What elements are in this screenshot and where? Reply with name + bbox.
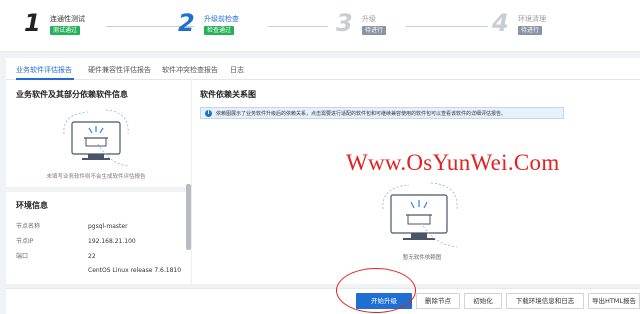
business-software-section: 业务软件及其部分依赖软件信息 未填写业务软件则不会生成软件评估报告 环境信息 节… <box>6 80 192 284</box>
env-key: 端口 <box>16 253 29 260</box>
env-row-node-name: 节点名称 pgsql-master <box>16 221 128 230</box>
step-upgrade: 3 升级 待进行 <box>336 9 488 42</box>
tab-business-software-report[interactable]: 业务软件评估报告 <box>16 65 72 75</box>
step-number: 1 <box>24 9 41 37</box>
env-value: CentOS Linux release 7.6.1810 <box>88 267 182 274</box>
step-title: 升级 <box>362 15 376 23</box>
step-title: 连通性测试 <box>50 15 85 23</box>
env-info-title: 环境信息 <box>16 201 48 210</box>
delete-node-button[interactable]: 删除节点 <box>416 293 460 309</box>
export-html-report-button[interactable]: 导出HTML报告 <box>588 293 640 309</box>
step-pre-upgrade-check: 2 升级前检查 检查通过 <box>178 9 328 42</box>
info-banner: i 依赖图展示了业务软件升级后的依赖关系，点击需要进行适配的软件包和可继续兼容使… <box>200 107 564 119</box>
step-environment-cleanup: 4 环境清理 待进行 <box>492 9 632 42</box>
report-tabs: 业务软件评估报告 硬件兼容性评估报告 软件冲突检查报告 日志 <box>6 58 640 80</box>
highlight-circle <box>336 268 416 313</box>
step-number: 3 <box>336 9 353 37</box>
info-icon: i <box>205 110 212 117</box>
info-text: 依赖图展示了业务软件升级后的依赖关系，点击需要进行适配的软件包和可继续兼容使用的… <box>216 111 507 117</box>
status-badge: 测试通过 <box>50 26 81 35</box>
step-connector <box>406 26 488 27</box>
env-row-port: 端口 22 <box>16 251 96 260</box>
tab-hardware-compatibility-report[interactable]: 硬件兼容性评估报告 <box>88 65 151 75</box>
empty-state-text: 暂无软件依赖图 <box>402 255 442 261</box>
env-row-os: CentOS Linux release 7.6.1810 <box>16 267 181 274</box>
section-title: 软件依赖关系图 <box>200 90 256 99</box>
empty-state-text: 未填写业务软件则不会生成软件评估报告 <box>46 174 146 180</box>
step-title: 环境清理 <box>518 15 546 23</box>
dependency-graph-section: 软件依赖关系图 i 依赖图展示了业务软件升级后的依赖关系，点击需要进行适配的软件… <box>192 80 640 284</box>
left-scrollbar[interactable] <box>186 184 191 250</box>
tab-software-conflict-report[interactable]: 软件冲突检查报告 <box>162 65 218 75</box>
env-key: 节点名称 <box>16 223 41 230</box>
section-title: 业务软件及其部分依赖软件信息 <box>16 90 128 99</box>
step-number: 2 <box>178 9 195 37</box>
empty-monitor-icon <box>382 182 458 248</box>
status-badge: 检查通过 <box>204 26 235 35</box>
env-row-node-ip: 节点IP 192.168.21.100 <box>16 236 136 245</box>
env-key: 节点IP <box>16 238 34 245</box>
section-divider <box>6 187 186 192</box>
watermark-text: Www.OsYunWei.Com <box>346 150 560 175</box>
env-value: 22 <box>88 253 96 260</box>
step-title: 升级前检查 <box>204 15 239 23</box>
step-number: 4 <box>492 9 509 37</box>
status-badge: 待进行 <box>518 26 543 35</box>
download-env-logs-button[interactable]: 下载环境信息和日志 <box>506 293 584 309</box>
status-badge: 待进行 <box>362 26 387 35</box>
initialize-button[interactable]: 初始化 <box>464 293 502 309</box>
step-connector <box>268 26 328 27</box>
upgrade-stepper: 1 连通性测试 测试通过 2 升级前检查 检查通过 3 升级 待进行 4 环境清… <box>0 0 640 52</box>
tab-logs[interactable]: 日志 <box>230 65 244 75</box>
action-footer: 开始升级 删除节点 初始化 下载环境信息和日志 导出HTML报告 <box>6 288 640 314</box>
env-value: pgsql-master <box>88 223 128 230</box>
env-value: 192.168.21.100 <box>88 238 136 245</box>
step-connectivity-test: 1 连通性测试 测试通过 <box>24 9 194 42</box>
empty-monitor-icon <box>63 109 129 167</box>
